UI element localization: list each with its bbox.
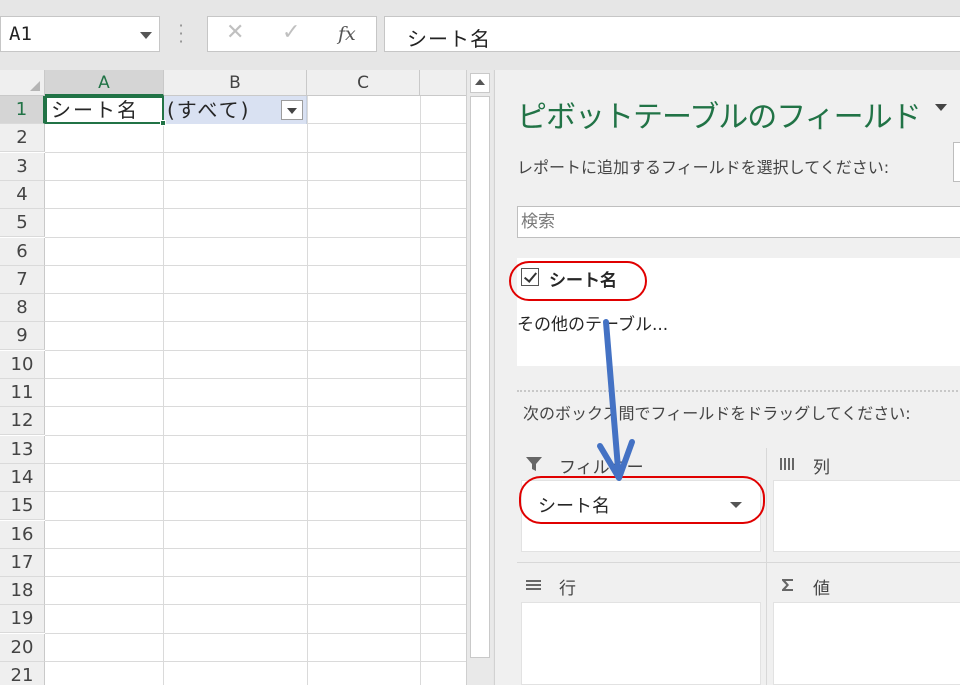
row-header[interactable]: 11 — [0, 379, 45, 407]
row-header[interactable]: 5 — [0, 209, 45, 238]
columns-area-label: 列 — [813, 458, 830, 478]
gridline — [45, 661, 466, 662]
spreadsheet-grid[interactable]: A B C 1 2 3 4 5 6 7 8 9 10 11 12 13 14 15 16 17 18 19 20 21 … — [0, 70, 466, 685]
field-search[interactable] — [517, 206, 960, 238]
row-header[interactable]: 14 — [0, 463, 45, 492]
column-header-c[interactable]: C — [307, 70, 420, 96]
formula-bar: A1 · · · ✕ ✓ fx シート名 — [0, 0, 960, 67]
vertical-scrollbar[interactable] — [466, 70, 493, 685]
gridline — [45, 293, 466, 295]
scrollbar-thumb[interactable] — [470, 96, 490, 658]
formula-value: シート名 — [407, 27, 491, 51]
tools-button[interactable] — [953, 142, 960, 182]
row-header[interactable]: 19 — [0, 605, 45, 634]
chevron-down-icon[interactable] — [140, 32, 152, 39]
gridline — [45, 576, 466, 578]
row-header[interactable]: 20 — [0, 633, 45, 662]
column-header-next[interactable] — [420, 70, 466, 96]
page-filter-dropdown-icon[interactable] — [281, 100, 303, 120]
area-separator — [766, 448, 767, 685]
row-header[interactable]: 18 — [0, 577, 45, 606]
check-icon[interactable]: ✓ — [282, 20, 300, 45]
annotation-highlight-field — [509, 261, 647, 301]
row-header[interactable]: 3 — [0, 152, 45, 181]
pane-title: ピボットテーブルのフィールド — [517, 100, 922, 135]
name-box-value: A1 — [9, 23, 32, 45]
gridline — [163, 96, 164, 685]
cancel-icon[interactable]: ✕ — [226, 20, 244, 45]
gridline — [45, 151, 466, 153]
formula-buttons: ✕ ✓ fx — [207, 16, 377, 52]
area-separator — [517, 562, 960, 563]
gridline — [45, 632, 466, 634]
row-header[interactable]: 21 — [0, 662, 45, 685]
drag-handle-icon[interactable]: · · · — [178, 18, 184, 50]
name-box[interactable]: A1 — [0, 16, 160, 52]
gridline — [45, 519, 466, 521]
values-area-drop-zone[interactable] — [773, 602, 960, 685]
gridline — [45, 208, 466, 210]
pane-divider — [517, 390, 960, 392]
row-header[interactable]: 8 — [0, 294, 45, 323]
pane-subtitle: レポートに追加するフィールドを選択してください: — [517, 158, 890, 177]
gridline — [45, 321, 466, 323]
columns-icon — [780, 458, 794, 470]
gridline — [45, 236, 466, 238]
row-header[interactable]: 10 — [0, 350, 45, 379]
formula-input[interactable]: シート名 — [384, 16, 960, 52]
cell-a1-text: シート名 — [51, 98, 139, 122]
gridline — [307, 96, 308, 685]
sigma-icon — [782, 579, 793, 591]
row-header[interactable]: 9 — [0, 322, 45, 351]
gridline — [420, 96, 421, 685]
row-header[interactable]: 7 — [0, 265, 45, 294]
select-all-corner[interactable] — [0, 70, 45, 96]
gridline — [45, 434, 466, 436]
fill-handle[interactable] — [160, 120, 166, 126]
filter-icon — [526, 457, 542, 471]
pane-options-chevron-icon[interactable] — [935, 104, 947, 111]
gridline — [45, 349, 466, 351]
insert-function-icon[interactable]: fx — [338, 23, 356, 45]
gridline — [45, 179, 466, 181]
column-header-a[interactable]: A — [45, 70, 164, 96]
row-header[interactable]: 13 — [0, 435, 45, 464]
gridline — [45, 378, 466, 379]
row-header[interactable]: 4 — [0, 180, 45, 209]
rows-area-label: 行 — [559, 579, 576, 599]
annotation-arrow-icon — [597, 319, 635, 481]
gridline — [45, 462, 466, 464]
row-header[interactable]: 1 — [0, 96, 45, 124]
column-header-b[interactable]: B — [164, 70, 307, 96]
row-header[interactable]: 6 — [0, 237, 45, 266]
row-header[interactable]: 12 — [0, 407, 45, 436]
rows-icon — [526, 580, 541, 590]
row-header[interactable]: 15 — [0, 492, 45, 521]
columns-area-drop-zone[interactable] — [773, 480, 960, 552]
row-header[interactable]: 16 — [0, 520, 45, 549]
row-header[interactable]: 17 — [0, 548, 45, 577]
gridline — [45, 491, 466, 493]
scroll-up-icon[interactable] — [470, 73, 490, 93]
select-all-icon — [30, 81, 40, 91]
gridline — [45, 547, 466, 549]
drag-hint: 次のボックス間でフィールドをドラッグしてください: — [523, 404, 911, 423]
row-header[interactable]: 2 — [0, 124, 45, 153]
gridline — [45, 406, 466, 408]
rows-area-drop-zone[interactable] — [521, 602, 761, 685]
values-area-label: 値 — [813, 579, 830, 599]
pivot-fields-pane: ピボットテーブルのフィールド レポートに追加するフィールドを選択してください: … — [494, 70, 960, 685]
gridline — [45, 604, 466, 606]
search-input[interactable] — [518, 207, 960, 237]
gridline — [45, 264, 466, 266]
cell-a1[interactable]: シート名 — [45, 96, 166, 126]
